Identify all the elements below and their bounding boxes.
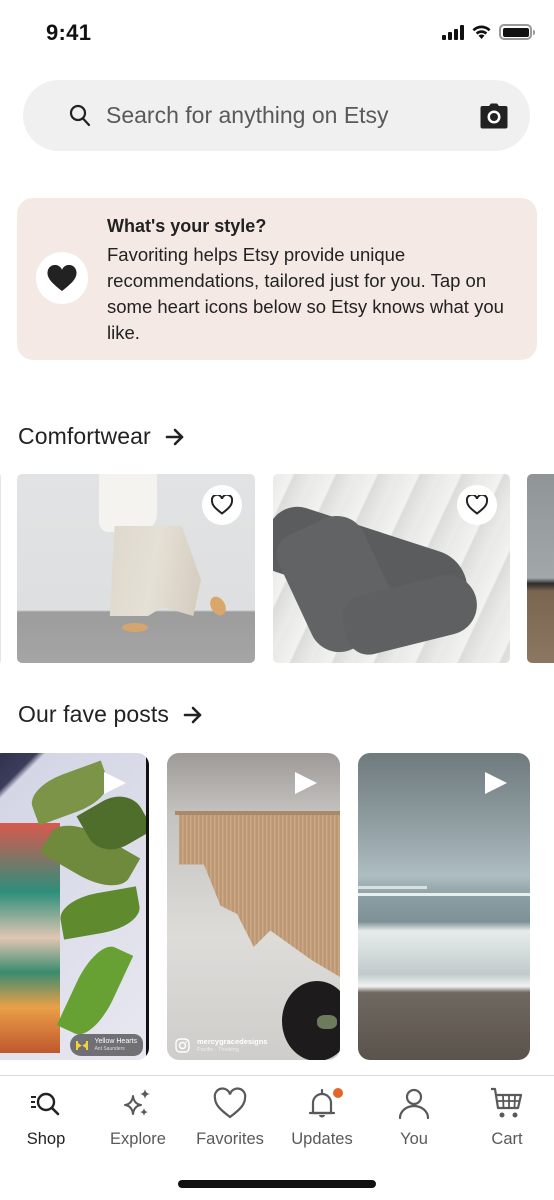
- nav-label: Shop: [26, 1130, 66, 1148]
- favorite-button[interactable]: [457, 485, 497, 525]
- post-caption: mercygracedesigns Pacific · Thinking: [175, 1037, 267, 1054]
- play-icon[interactable]: [103, 771, 127, 795]
- nav-item-you[interactable]: You: [368, 1086, 460, 1149]
- play-icon[interactable]: [484, 771, 508, 795]
- nav-item-explore[interactable]: Explore: [92, 1086, 184, 1149]
- post-image-beach: [358, 753, 530, 1060]
- camera-icon[interactable]: [480, 103, 508, 129]
- audio-title: Yellow Hearts: [94, 1038, 137, 1045]
- product-image-partial: [527, 474, 554, 663]
- arrow-right-icon: [165, 428, 184, 445]
- heart-outline-icon: [466, 495, 488, 515]
- bell-icon-wrapper: [304, 1086, 343, 1122]
- product-card-partial-left[interactable]: [0, 474, 1, 663]
- creator-name: mercygracedesigns: [197, 1037, 268, 1046]
- sparkle-icon: [124, 1089, 150, 1116]
- style-heart-badge: [36, 252, 88, 304]
- nav-label: Cart: [491, 1130, 523, 1148]
- section-title: Our fave posts: [18, 701, 169, 727]
- post-card[interactable]: mercygracedesigns Pacific · Thinking: [167, 753, 340, 1060]
- search-input[interactable]: [106, 80, 486, 151]
- home-indicator[interactable]: [178, 1180, 376, 1188]
- arrow-right-icon: [183, 706, 202, 723]
- person-icon: [398, 1088, 430, 1120]
- product-card[interactable]: [273, 474, 510, 663]
- audio-badge: Yellow Hearts Ant Saunders: [70, 1034, 143, 1056]
- post-image-plant: [0, 753, 149, 1060]
- status-icons: [442, 24, 535, 40]
- nav-label: Explore: [110, 1130, 166, 1148]
- product-card[interactable]: [17, 474, 255, 663]
- style-card-title: What's your style?: [107, 216, 267, 236]
- status-time: 9:41: [46, 20, 92, 45]
- nav-item-cart[interactable]: Cart: [461, 1086, 553, 1149]
- notification-dot: [333, 1088, 343, 1098]
- heart-outline-icon: [213, 1087, 247, 1119]
- post-card[interactable]: Yellow Hearts Ant Saunders: [0, 753, 149, 1060]
- section-title: Comfortwear: [18, 423, 151, 449]
- nav-item-shop[interactable]: Shop: [0, 1086, 92, 1149]
- style-prompt-card: What's your style? Favoriting helps Etsy…: [17, 198, 537, 360]
- post-image-macrame: [167, 753, 340, 1060]
- nav-label: Updates: [291, 1130, 353, 1148]
- heart-outline-icon: [211, 495, 233, 515]
- audio-artist: Ant Saunders: [94, 1046, 125, 1052]
- search-icon: [69, 104, 91, 127]
- instagram-icon: [175, 1038, 190, 1053]
- audio-name: Pacific · Thinking: [197, 1047, 239, 1053]
- section-header-fave-posts[interactable]: Our fave posts: [18, 701, 203, 728]
- play-icon[interactable]: [294, 771, 318, 795]
- music-icon: [76, 1040, 89, 1050]
- nav-item-updates[interactable]: Updates: [276, 1086, 368, 1149]
- nav-label: You: [400, 1130, 428, 1148]
- favorite-button[interactable]: [202, 485, 242, 525]
- post-card[interactable]: [358, 753, 530, 1060]
- wifi-icon: [472, 25, 491, 39]
- cart-icon: [491, 1087, 523, 1118]
- product-card-partial-right[interactable]: [527, 474, 554, 663]
- status-bar: 9:41: [0, 0, 554, 66]
- nav-item-favorites[interactable]: Favorites: [184, 1086, 276, 1149]
- heart-filled-icon: [47, 264, 77, 291]
- nav-label: Favorites: [196, 1130, 264, 1148]
- style-card-body: Favoriting helps Etsy provide unique rec…: [107, 244, 504, 343]
- signal-icon: [442, 24, 464, 40]
- battery-icon: [499, 24, 535, 40]
- section-header-comfortwear[interactable]: Comfortwear: [18, 423, 185, 450]
- shop-search-icon: [31, 1092, 60, 1116]
- search-bar[interactable]: [23, 80, 530, 151]
